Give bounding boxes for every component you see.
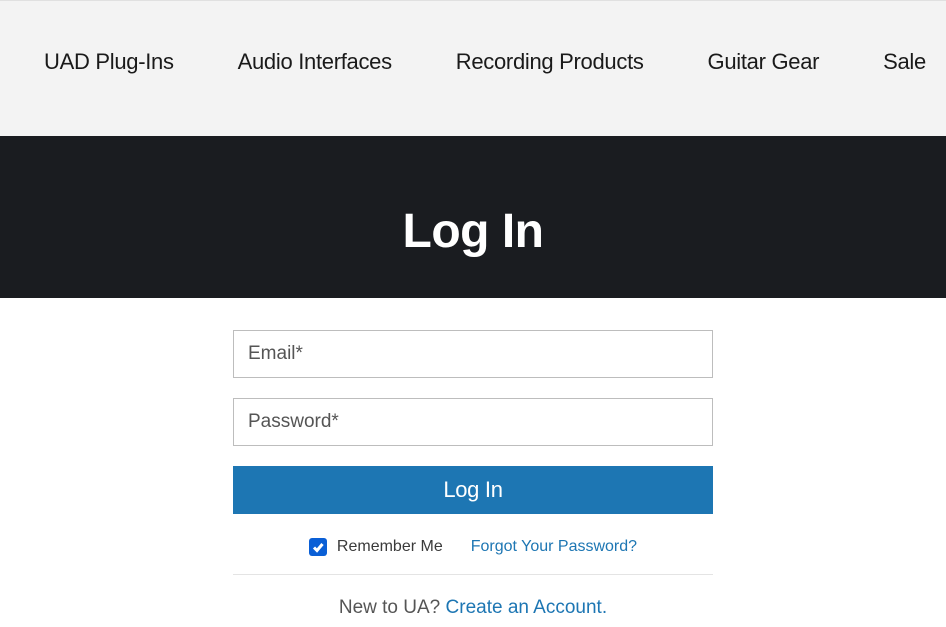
form-options-row: Remember Me Forgot Your Password? xyxy=(233,538,713,575)
password-field[interactable] xyxy=(233,398,713,446)
login-form: Log In Remember Me Forgot Your Password?… xyxy=(233,330,713,619)
remember-me-label: Remember Me xyxy=(337,538,443,556)
create-account-link[interactable]: Create an Account. xyxy=(446,597,608,618)
nav-item-sale[interactable]: Sale xyxy=(883,49,926,75)
signup-row: New to UA? Create an Account. xyxy=(233,597,713,619)
top-nav: UAD Plug-Ins Audio Interfaces Recording … xyxy=(0,0,946,136)
nav-item-recording-products[interactable]: Recording Products xyxy=(456,49,644,75)
signup-prompt-text: New to UA? xyxy=(339,597,446,618)
forgot-password-link[interactable]: Forgot Your Password? xyxy=(471,538,637,556)
nav-item-plugins[interactable]: UAD Plug-Ins xyxy=(44,49,174,75)
page-title: Log In xyxy=(403,204,544,259)
nav-item-guitar-gear[interactable]: Guitar Gear xyxy=(708,49,820,75)
check-icon xyxy=(312,541,324,553)
nav-item-audio-interfaces[interactable]: Audio Interfaces xyxy=(238,49,392,75)
email-field[interactable] xyxy=(233,330,713,378)
remember-me-wrap: Remember Me xyxy=(309,538,443,556)
login-button[interactable]: Log In xyxy=(233,466,713,514)
remember-me-checkbox[interactable] xyxy=(309,538,327,556)
hero-banner: Log In xyxy=(0,136,946,298)
